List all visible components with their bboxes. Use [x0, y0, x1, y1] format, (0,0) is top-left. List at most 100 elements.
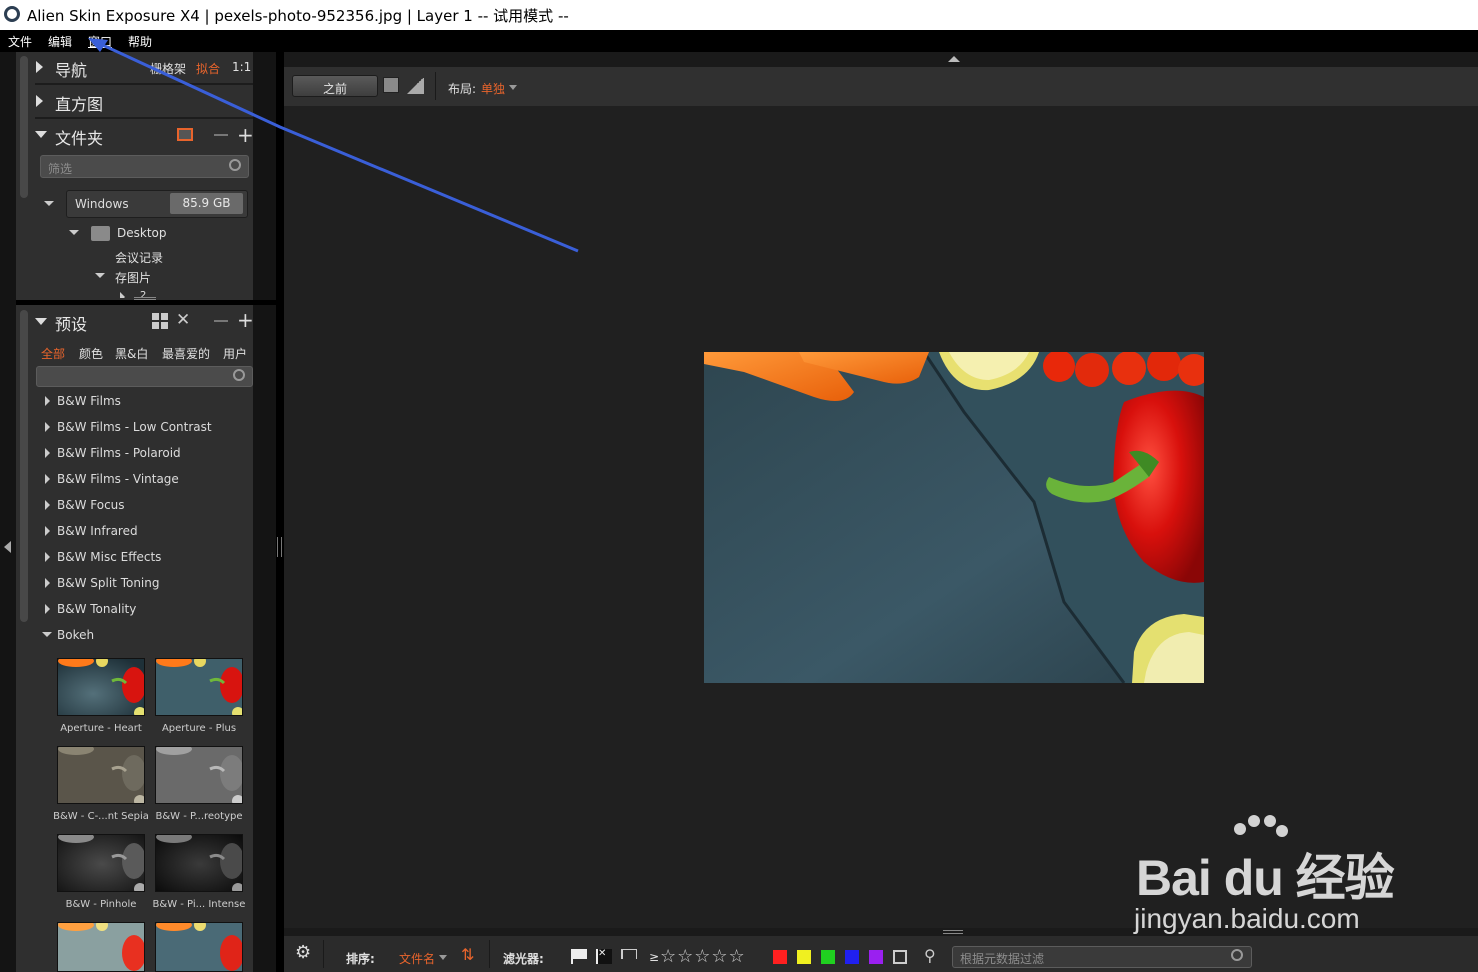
photo-image: [704, 347, 1210, 684]
preset-group[interactable]: B&W Focus: [57, 498, 125, 512]
open-folder-icon[interactable]: [177, 128, 193, 141]
collapse-top-icon[interactable]: [948, 56, 960, 62]
expand-group-icon[interactable]: [45, 396, 50, 406]
divider: [35, 117, 253, 119]
unflagged-icon[interactable]: [621, 949, 637, 959]
color-label-blue[interactable]: [845, 950, 859, 964]
color-label-purple[interactable]: [869, 950, 883, 964]
collapse-all-icon[interactable]: ✕: [176, 310, 190, 330]
folder-item[interactable]: 会议记录: [115, 249, 163, 266]
expand-group-icon[interactable]: [45, 448, 50, 458]
expand-group-icon[interactable]: [45, 604, 50, 614]
preset-group[interactable]: B&W Films - Vintage: [57, 472, 179, 486]
resize-handle[interactable]: [134, 297, 156, 300]
preset-group[interactable]: B&W Infrared: [57, 524, 138, 538]
collapse-group-icon[interactable]: [42, 632, 52, 637]
collapse-left-icon[interactable]: [4, 541, 11, 553]
before-button[interactable]: 之前: [292, 75, 378, 97]
preset-group[interactable]: B&W Misc Effects: [57, 550, 161, 564]
folders-title[interactable]: 文件夹: [55, 125, 103, 149]
collapse-folders-icon[interactable]: [35, 131, 47, 138]
expand-group-icon[interactable]: [45, 422, 50, 432]
preset-group[interactable]: Bokeh: [57, 628, 94, 642]
folder-item[interactable]: 存图片: [115, 269, 151, 286]
presets-title[interactable]: 预设: [55, 311, 87, 335]
expand-histogram-icon[interactable]: [36, 95, 43, 107]
filter-label: 滤光器:: [503, 952, 544, 966]
left-panel-handle[interactable]: [0, 52, 16, 972]
presets-scrollbar[interactable]: [20, 310, 28, 622]
preset-tab-color[interactable]: 颜色: [79, 345, 103, 362]
add-folder-icon[interactable]: +: [237, 125, 254, 145]
expand-drive-icon[interactable]: [44, 201, 54, 206]
remove-preset-icon[interactable]: [214, 320, 228, 322]
histogram-title[interactable]: 直方图: [55, 91, 103, 115]
folder-filter-input[interactable]: 筛选: [40, 155, 249, 178]
menu-window[interactable]: 窗口: [88, 33, 112, 50]
menu-edit[interactable]: 编辑: [48, 33, 72, 50]
preset-thumbnail[interactable]: [155, 834, 243, 892]
color-label-none[interactable]: [893, 950, 907, 964]
preset-tab-all[interactable]: 全部: [41, 345, 65, 362]
layout-dropdown[interactable]: 单独: [481, 80, 505, 97]
preset-tab-user[interactable]: 用户: [223, 345, 247, 362]
expand-folder-icon[interactable]: [95, 273, 105, 278]
expand-desktop-icon[interactable]: [69, 230, 79, 235]
preset-preview-image: [58, 923, 144, 971]
flag-icon[interactable]: [571, 949, 587, 964]
nav-option-grid[interactable]: 栅格架: [150, 60, 186, 77]
reject-flag-icon[interactable]: ✕: [596, 949, 612, 964]
expand-group-icon[interactable]: [45, 552, 50, 562]
photo-canvas[interactable]: [704, 347, 1210, 684]
preset-group[interactable]: B&W Tonality: [57, 602, 136, 616]
folder-icon: [91, 226, 110, 241]
metadata-filter-input[interactable]: 根据元数据过滤: [952, 946, 1252, 968]
compare-icon[interactable]: [406, 78, 424, 94]
nav-option-fit[interactable]: 拟合: [196, 60, 220, 77]
upper-panel-scrollbar[interactable]: [20, 56, 28, 198]
expand-group-icon[interactable]: [45, 526, 50, 536]
menu-file[interactable]: 文件: [8, 33, 32, 50]
preset-preview-image: [58, 747, 144, 803]
metadata-search-icon[interactable]: ⚲: [924, 946, 936, 965]
remove-folder-icon[interactable]: [214, 134, 228, 136]
color-label-red[interactable]: [773, 950, 787, 964]
expand-folder-icon[interactable]: [120, 292, 125, 298]
preset-thumbnail[interactable]: [155, 658, 243, 716]
preset-group[interactable]: B&W Films: [57, 394, 121, 408]
navigator-title[interactable]: 导航: [55, 57, 87, 81]
star-rating-filter[interactable]: ☆☆☆☆☆: [660, 946, 746, 967]
preset-thumbnail[interactable]: [155, 922, 243, 972]
grid-view-icon[interactable]: [152, 313, 168, 329]
preset-tab-favorites[interactable]: 最喜爱的: [162, 345, 210, 362]
color-label-yellow[interactable]: [797, 950, 811, 964]
gear-icon[interactable]: ⚙: [295, 944, 311, 962]
menu-help[interactable]: 帮助: [128, 33, 152, 50]
split-view-icon[interactable]: [383, 77, 399, 93]
folder-item[interactable]: Desktop: [117, 226, 167, 240]
expand-group-icon[interactable]: [45, 578, 50, 588]
preset-thumbnail[interactable]: [57, 834, 145, 892]
collapse-presets-icon[interactable]: [35, 318, 47, 325]
preset-thumbnail[interactable]: [155, 746, 243, 804]
nav-option-1to1[interactable]: 1:1: [232, 60, 251, 74]
preset-thumbnail[interactable]: [57, 922, 145, 972]
expand-navigator-icon[interactable]: [36, 61, 43, 73]
preset-group[interactable]: B&W Films - Polaroid: [57, 446, 181, 460]
chevron-down-icon[interactable]: [439, 955, 447, 960]
chevron-down-icon[interactable]: [509, 85, 517, 90]
preset-group[interactable]: B&W Films - Low Contrast: [57, 420, 212, 434]
resize-handle[interactable]: [943, 930, 963, 934]
preset-tab-bw[interactable]: 黑&白: [115, 345, 148, 362]
preset-thumbnail[interactable]: [57, 746, 145, 804]
preset-search-input[interactable]: [36, 366, 253, 387]
sort-dropdown[interactable]: 文件名: [399, 950, 435, 967]
expand-group-icon[interactable]: [45, 474, 50, 484]
preset-thumbnail[interactable]: [57, 658, 145, 716]
sort-direction-icon[interactable]: ⇅: [461, 945, 474, 964]
add-preset-icon[interactable]: +: [237, 310, 254, 330]
expand-group-icon[interactable]: [45, 500, 50, 510]
preset-group[interactable]: B&W Split Toning: [57, 576, 160, 590]
color-label-green[interactable]: [821, 950, 835, 964]
panel-resize-handle[interactable]: [277, 537, 282, 557]
